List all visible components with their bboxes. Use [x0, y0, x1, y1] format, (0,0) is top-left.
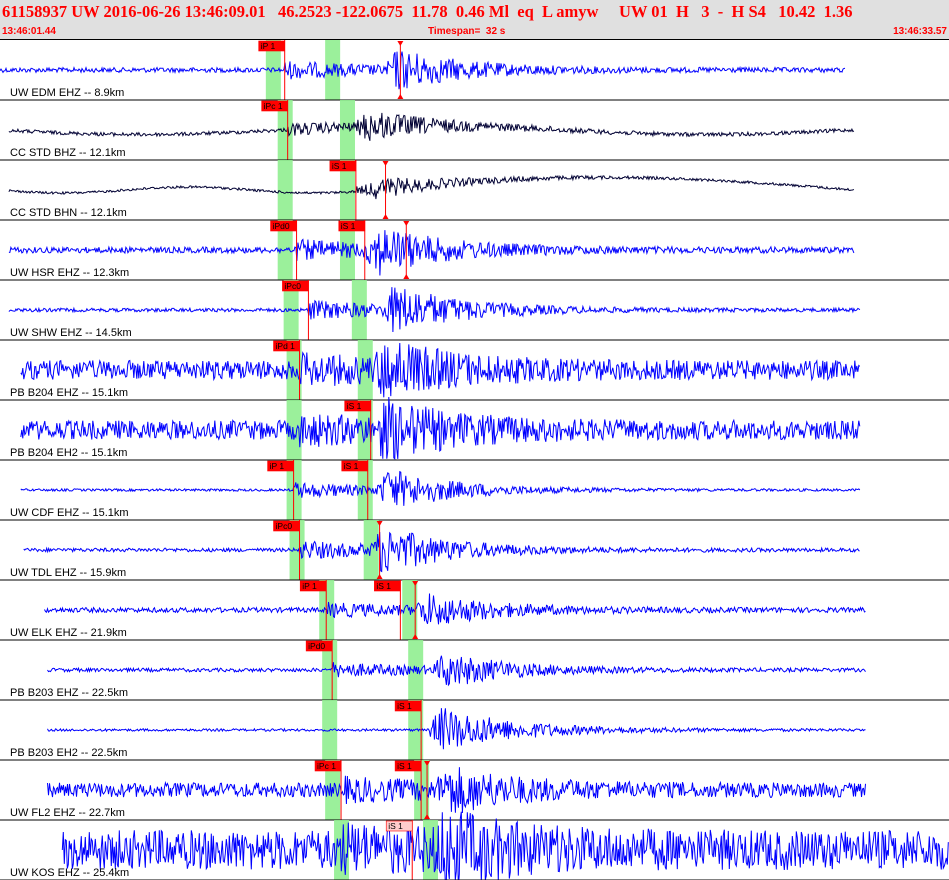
pick-marker-top	[397, 41, 404, 46]
event-summary: 61158937 UW 2016-06-26 13:46:09.01 46.25…	[2, 2, 853, 21]
station-label: UW TDL EHZ -- 15.9km	[10, 567, 126, 579]
pick-label: iS 1	[397, 761, 412, 771]
seismogram-plot[interactable]: iP 1 UW EDM EHZ -- 8.9km iPc 1 CC STD BHZ -…	[0, 40, 949, 880]
pick-label: iS 1	[332, 161, 347, 171]
waveform	[61, 811, 949, 880]
pick-marker-top	[382, 161, 389, 166]
waveform	[20, 470, 861, 506]
waveform	[44, 593, 866, 625]
pick-label: iPc 1	[264, 101, 283, 111]
pick-label: iS 1	[388, 821, 403, 831]
trace-panel: iP 1 iS 1 UW ELK EHZ -- 21.9km	[0, 580, 949, 641]
trace-panel: iPd0 PB B203 EHZ -- 22.5km	[0, 640, 949, 701]
trace-panel: iPc 1 iS 1 UW FL2 EHZ -- 22.7km	[0, 760, 949, 821]
pick-label: iS 1	[344, 461, 359, 471]
waveform	[47, 655, 866, 687]
station-label: PB B203 EHZ -- 22.5km	[10, 687, 128, 699]
station-label: PB B204 EHZ -- 15.1km	[10, 387, 128, 399]
station-label: UW CDF EHZ -- 15.1km	[10, 507, 129, 519]
station-label: UW ELK EHZ -- 21.9km	[10, 627, 127, 639]
trace-panel: iS 1 PB B203 EH2 -- 22.5km	[0, 700, 949, 761]
waveform	[8, 174, 855, 200]
trace-panel: iPc0 UW TDL EHZ -- 15.9km	[0, 520, 949, 581]
trace-panel: iS 1 PB B204 EH2 -- 15.1km	[0, 396, 949, 461]
trace-panel: iPd 1 PB B204 EHZ -- 15.1km	[0, 340, 949, 401]
pick-marker-top	[403, 221, 410, 226]
pick-label: iPd0	[308, 641, 325, 651]
trace-panel: iS 1 UW KOS EHZ -- 25.4km	[0, 811, 949, 880]
time-end-label: 13:46:33.57	[893, 26, 947, 37]
arrival-band	[339, 100, 355, 160]
pick-marker-bottom	[397, 94, 404, 99]
station-label: CC STD BHN -- 12.1km	[10, 207, 127, 219]
pick-label: iS 1	[341, 221, 356, 231]
trace-panel: iS 1 CC STD BHN -- 12.1km	[0, 160, 949, 221]
timespan-label: Timespan= 32 s	[428, 26, 506, 37]
arrival-band	[277, 160, 293, 220]
pick-label: iP 1	[302, 581, 317, 591]
trace-panel: iPc0 UW SHW EHZ -- 14.5km	[0, 280, 949, 341]
time-start-label: 13:46:01.44	[2, 26, 56, 37]
pick-label: iS 1	[347, 401, 362, 411]
trace-panel: iP 1 iS 1 UW CDF EHZ -- 15.1km	[0, 460, 949, 521]
station-label: UW HSR EHZ -- 12.3km	[10, 267, 129, 279]
station-label: UW SHW EHZ -- 14.5km	[10, 327, 132, 339]
event-header: 61158937 UW 2016-06-26 13:46:09.01 46.25…	[0, 0, 949, 40]
waveform	[20, 342, 861, 398]
pick-marker-bottom	[382, 214, 389, 219]
trace-panel: iP 1 UW EDM EHZ -- 8.9km	[0, 40, 949, 101]
waveform	[8, 287, 861, 333]
station-label: UW KOS EHZ -- 25.4km	[10, 867, 129, 879]
pick-label: iP 1	[261, 41, 276, 51]
waveform	[8, 112, 855, 141]
waveform	[20, 396, 861, 460]
waveform	[47, 767, 866, 814]
station-label: UW EDM EHZ -- 8.9km	[10, 87, 124, 99]
waveform	[23, 531, 860, 573]
pick-marker-bottom	[403, 274, 410, 279]
pick-label: iP 1	[270, 461, 285, 471]
pick-label: iPc 1	[317, 761, 336, 771]
station-label: UW FL2 EHZ -- 22.7km	[10, 807, 125, 819]
pick-label: iS 1	[397, 701, 412, 711]
trace-panel: iPc 1 CC STD BHZ -- 12.1km	[0, 100, 949, 161]
waveform	[0, 51, 846, 90]
pick-label: iS 1	[376, 581, 391, 591]
pick-label: iPc0	[276, 521, 293, 531]
waveform	[8, 230, 855, 276]
station-label: PB B204 EH2 -- 15.1km	[10, 447, 127, 459]
pick-label: iPc0	[284, 281, 301, 291]
station-label: CC STD BHZ -- 12.1km	[10, 147, 126, 159]
waveform	[47, 708, 866, 750]
pick-label: iPd0	[273, 221, 290, 231]
arrival-band	[423, 820, 439, 880]
pick-label: iPd 1	[276, 341, 296, 351]
trace-panel: iPd0 iS 1 UW HSR EHZ -- 12.3km	[0, 220, 949, 281]
station-label: PB B203 EH2 -- 22.5km	[10, 747, 127, 759]
